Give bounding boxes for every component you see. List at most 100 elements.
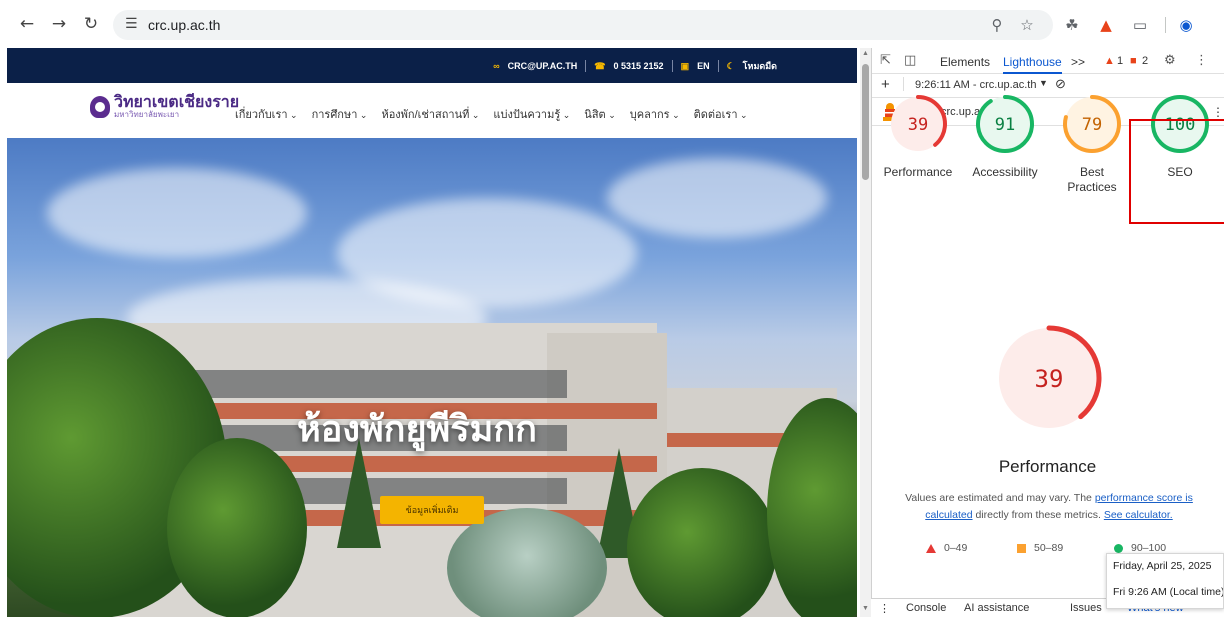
performance-label: Performance xyxy=(883,165,953,179)
lighthouse-extension-icon[interactable]: ▲ xyxy=(1096,15,1116,35)
legend-average-range: 50–89 xyxy=(1034,542,1064,554)
scroll-down-icon[interactable]: ▼ xyxy=(860,605,871,612)
main-menu: เกี่ยวกับเรา การศึกษา ห้องพัก/เช่าสถานที… xyxy=(235,105,748,123)
orange-square-icon xyxy=(1017,543,1026,553)
menu-item-staff[interactable]: บุคลากร xyxy=(630,105,680,123)
site-navbar: วิทยาเขตเชียงราย มหาวิทยาลัยพะเยา เกี่ยว… xyxy=(7,83,857,138)
tab-ai-assistance[interactable]: AI assistance xyxy=(964,602,1029,614)
tab-lighthouse[interactable]: Lighthouse xyxy=(1003,55,1062,74)
forward-arrow-icon[interactable]: → xyxy=(49,14,69,34)
green-circle-icon xyxy=(1114,543,1123,553)
phone-icon: ☎ xyxy=(594,60,606,71)
flag-icon: ▣ xyxy=(680,60,690,71)
cloud xyxy=(607,158,827,238)
topbar-email[interactable]: CRC@UP.AC.TH xyxy=(508,61,578,71)
description-text: directly from these metrics. xyxy=(972,509,1104,521)
tab-console[interactable]: Console xyxy=(906,602,946,614)
clear-reports-icon[interactable]: ⊘ xyxy=(1055,76,1066,92)
legend-average: 50–89 xyxy=(1017,542,1063,554)
more-info-button[interactable]: ข้อมูลเพิ่มเติม xyxy=(380,496,484,524)
logo-title: วิทยาเขตเชียงราย xyxy=(114,94,240,111)
description-text: Values are estimated and may vary. The xyxy=(905,492,1095,504)
performance-score-value: 39 xyxy=(908,115,928,135)
dropdown-arrow-icon[interactable]: ▼ xyxy=(1039,78,1048,88)
toolbar-divider xyxy=(903,77,904,91)
url-text[interactable]: crc.up.ac.th xyxy=(148,17,220,33)
accessibility-score-value: 91 xyxy=(995,115,1015,135)
menu-item-contact[interactable]: ติดต่อเรา xyxy=(694,105,748,123)
profile-icon[interactable]: ◉ xyxy=(1176,15,1196,35)
best-practices-gauge: 79 xyxy=(1063,95,1121,153)
hero-banner: ห้องพักยูพีริมกก xyxy=(7,138,857,617)
bookmark-star-icon[interactable]: ☆ xyxy=(1017,15,1037,35)
inspect-element-icon[interactable]: ⇱ xyxy=(880,53,891,68)
tooltip-date: Friday, April 25, 2025 xyxy=(1113,560,1212,572)
cloud xyxy=(47,168,307,258)
dark-mode-toggle[interactable]: โหมดมืด xyxy=(743,59,777,73)
accessibility-score[interactable]: 91 Accessibility xyxy=(965,94,1045,180)
best-practices-label: Best Practices xyxy=(1067,165,1117,194)
menu-item-about[interactable]: เกี่ยวกับเรา xyxy=(235,105,298,123)
extensions-puzzle-icon[interactable]: ▭ xyxy=(1130,15,1150,35)
issue-count[interactable]: 2 xyxy=(1142,55,1148,67)
bug-extension-icon[interactable]: ☘ xyxy=(1062,15,1082,35)
best-practices-score[interactable]: 79 Best Practices xyxy=(1052,94,1132,195)
highlight-box xyxy=(1129,119,1224,224)
more-tabs-icon[interactable]: >> xyxy=(1071,55,1085,69)
topbar-divider xyxy=(585,60,587,72)
performance-description: Values are estimated and may vary. The p… xyxy=(893,490,1205,524)
date-tooltip: Friday, April 25, 2025 Fri 9:26 AM (Loca… xyxy=(1106,553,1224,609)
menu-item-education[interactable]: การศึกษา xyxy=(312,105,368,123)
accessibility-gauge: 91 xyxy=(976,95,1034,153)
topbar-phone[interactable]: 0 5315 2152 xyxy=(614,61,664,71)
report-selector[interactable]: 9:26:11 AM - crc.up.ac.th xyxy=(915,79,1036,91)
language-switch[interactable]: EN xyxy=(697,61,710,71)
topbar-divider xyxy=(671,60,673,72)
topbar-divider xyxy=(717,60,719,72)
link-icon: ∞ xyxy=(493,61,500,71)
issue-icon: ■ xyxy=(1130,55,1137,67)
logo-subtitle: มหาวิทยาลัยพะเยา xyxy=(114,110,180,119)
performance-score[interactable]: 39 Performance xyxy=(878,94,958,180)
main-performance-gauge: 39 xyxy=(996,325,1102,431)
devtools-tab-bar: ⇱ ◫ Elements Lighthouse >> ▲ 1 ■ 2 ⚙ ⋮ xyxy=(872,48,1224,74)
browser-toolbar: ← → ↻ ☰ crc.up.ac.th ⚲ ☆ ☘ ▲ ▭ ◉ xyxy=(0,0,1224,48)
reload-icon[interactable]: ↻ xyxy=(81,14,101,34)
palm-tree xyxy=(447,508,607,617)
drawer-menu-icon[interactable]: ⋮ xyxy=(879,602,890,615)
page-scrollbar-thumb[interactable] xyxy=(862,64,869,180)
university-emblem-icon xyxy=(90,96,110,118)
warning-icon: ▲ xyxy=(1104,55,1115,67)
zoom-icon[interactable]: ⚲ xyxy=(987,15,1007,35)
tab-elements[interactable]: Elements xyxy=(940,55,990,69)
warning-count[interactable]: 1 xyxy=(1117,55,1123,67)
hero-title: ห้องพักยูพีริมกก xyxy=(297,408,537,449)
tooltip-time: Fri 9:26 AM (Local time) xyxy=(1113,586,1224,598)
moon-icon: ☾ xyxy=(726,60,735,71)
performance-gauge: 39 xyxy=(889,95,947,153)
menu-item-knowledge[interactable]: แบ่งปันความรู้ xyxy=(493,105,570,123)
more-options-icon[interactable]: ⋮ xyxy=(1195,53,1208,68)
main-performance-value: 39 xyxy=(1035,365,1064,393)
web-page: ∞ CRC@UP.AC.TH ☎ 0 5315 2152 ▣ EN ☾ โหมด… xyxy=(7,48,857,617)
tab-issues[interactable]: Issues xyxy=(1070,602,1102,614)
site-topbar: ∞ CRC@UP.AC.TH ☎ 0 5315 2152 ▣ EN ☾ โหมด… xyxy=(7,48,857,83)
settings-gear-icon[interactable]: ⚙ xyxy=(1164,53,1176,68)
new-report-icon[interactable]: + xyxy=(881,76,890,93)
tree xyxy=(627,468,777,617)
back-arrow-icon[interactable]: ← xyxy=(17,14,37,34)
menu-item-students[interactable]: นิสิต xyxy=(584,105,615,123)
tree xyxy=(167,438,307,617)
accessibility-label: Accessibility xyxy=(972,165,1038,179)
toolbar-divider xyxy=(1165,17,1166,33)
legend-fail-range: 0–49 xyxy=(944,542,968,554)
scroll-up-icon[interactable]: ▲ xyxy=(860,50,871,57)
red-triangle-icon xyxy=(926,543,936,553)
address-bar[interactable] xyxy=(113,10,1053,40)
see-calculator-link[interactable]: See calculator. xyxy=(1104,509,1173,521)
site-logo[interactable]: วิทยาเขตเชียงราย มหาวิทยาลัยพะเยา xyxy=(90,95,239,119)
site-settings-icon[interactable]: ☰ xyxy=(125,16,138,32)
device-toolbar-icon[interactable]: ◫ xyxy=(904,53,916,68)
menu-item-rooms[interactable]: ห้องพัก/เช่าสถานที่ xyxy=(381,105,479,123)
performance-heading: Performance xyxy=(998,457,1097,476)
